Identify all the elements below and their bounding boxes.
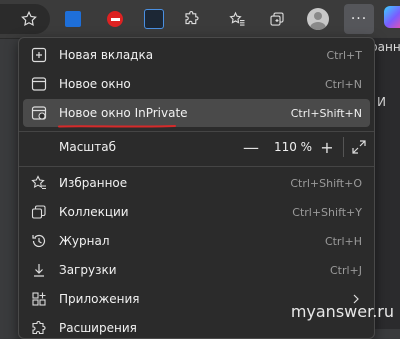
settings-menu: Новая вкладка Ctrl+T Новое окно Ctrl+N Н… [18,37,375,339]
menu-item-label: Новое окно InPrivate [59,106,188,120]
menu-item-shortcut: Ctrl+H [324,234,362,248]
menu-item-label: Загрузки [59,263,117,277]
menu-item-new-tab[interactable]: Новая вкладка Ctrl+T [23,41,370,69]
menu-item-label: Расширения [59,321,137,335]
fullscreen-icon[interactable] [349,137,369,157]
menu-item-label: Новая вкладка [59,48,154,62]
block-extension-icon[interactable] [100,4,130,34]
zoom-out-button[interactable]: — [239,135,263,159]
background-page [372,38,400,329]
new-tab-icon [31,47,47,63]
menu-item-new-window[interactable]: Новое окно Ctrl+N [23,70,370,98]
watermark: myanswer.ru [290,302,394,321]
browser-toolbar: ··· [0,0,400,39]
menu-item-shortcut: Ctrl+Shift+O [290,176,362,190]
menu-item-favorites[interactable]: Избранное Ctrl+Shift+O [23,169,370,197]
menu-item-shortcut: Ctrl+N [324,77,362,91]
menu-item-label: Избранное [59,176,128,190]
zoom-row: Масштаб — 110 % + [23,132,370,162]
css-extension-icon[interactable] [58,4,88,34]
menu-item-shortcut: Ctrl+J [329,263,362,277]
profile-avatar[interactable] [303,4,333,34]
downloads-icon [31,262,47,278]
zoom-label: Масштаб [59,140,117,154]
menu-item-label: Коллекции [59,205,129,219]
dark-extension-icon[interactable] [139,4,169,34]
apps-icon [31,291,47,307]
menu-item-label: Новое окно [59,77,131,91]
background-text: И [377,95,386,109]
collections-icon[interactable] [262,4,292,34]
favorites-icon [31,175,47,191]
inprivate-window-icon [31,105,47,121]
menu-item-shortcut: Ctrl+Shift+Y [292,205,362,219]
menu-item-downloads[interactable]: Загрузки Ctrl+J [23,256,370,284]
favorites-icon[interactable] [222,4,252,34]
red-underline-annotation [58,125,176,128]
puzzle-extensions-icon[interactable] [177,4,207,34]
menu-item-label: Журнал [59,234,110,248]
menu-divider [19,166,374,167]
history-icon [31,233,47,249]
zoom-divider [343,137,344,157]
new-window-icon [31,76,47,92]
zoom-value: 110 % [273,140,313,154]
menu-item-shortcut: Ctrl+T [326,48,362,62]
copilot-icon[interactable] [384,6,400,28]
menu-item-history[interactable]: Журнал Ctrl+H [23,227,370,255]
more-menu-icon: ··· [350,11,368,27]
extensions-icon [31,320,47,336]
zoom-in-button[interactable]: + [315,135,339,159]
favorite-star-icon[interactable] [14,4,44,34]
menu-item-collections[interactable]: Коллекции Ctrl+Shift+Y [23,198,370,226]
menu-item-new-inprivate-window[interactable]: Новое окно InPrivate Ctrl+Shift+N [23,99,370,127]
menu-item-shortcut: Ctrl+Shift+N [290,106,362,120]
more-menu-button[interactable]: ··· [344,4,374,34]
collections-icon [31,204,47,220]
